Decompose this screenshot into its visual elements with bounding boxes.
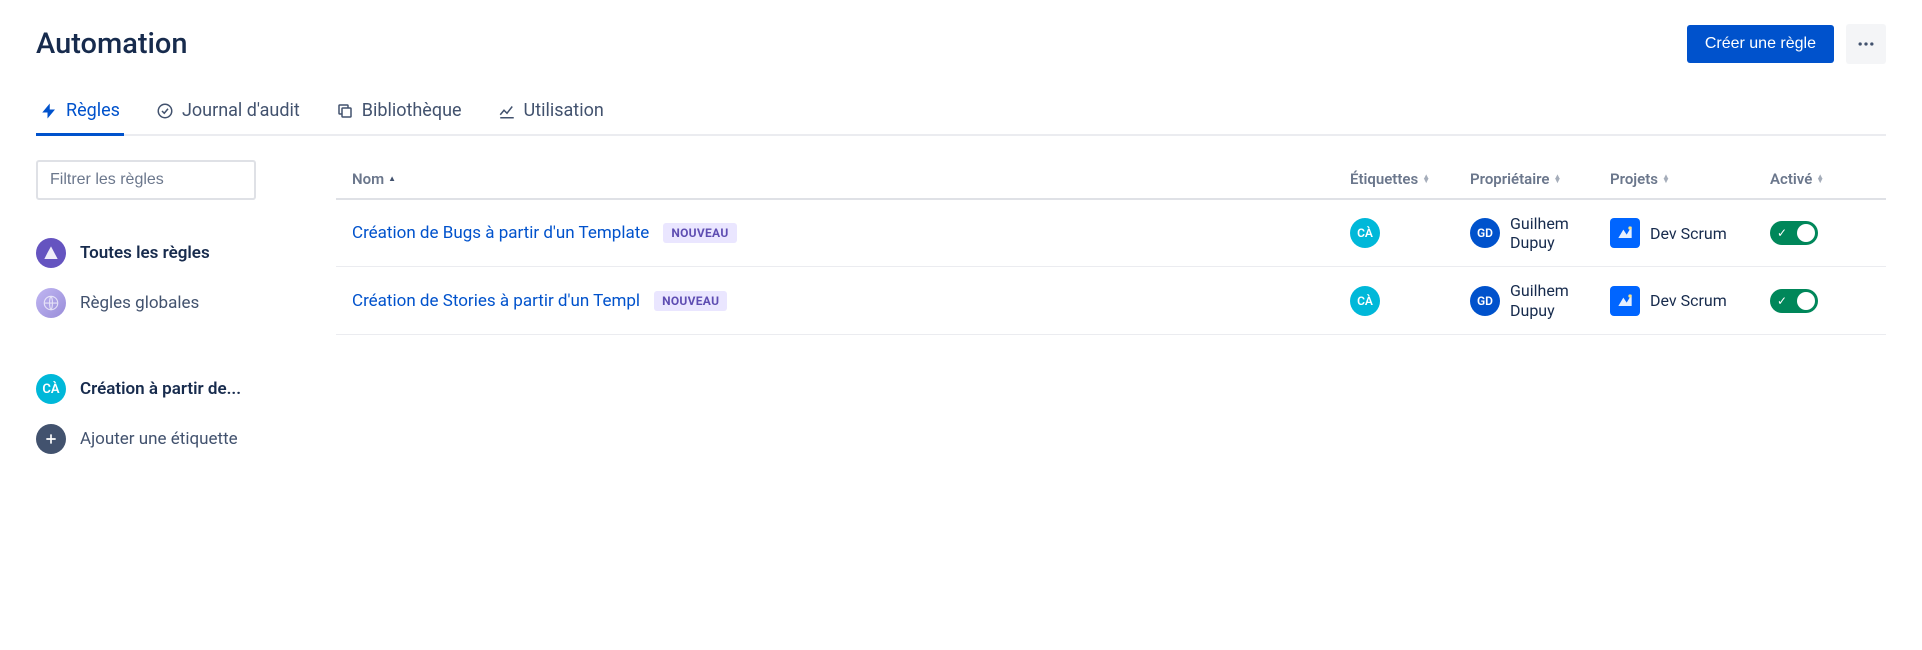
tag-avatar: CÀ: [36, 374, 66, 404]
project-name: Dev Scrum: [1650, 224, 1727, 243]
project-icon: [1610, 218, 1640, 248]
toggle-knob: [1797, 224, 1815, 242]
globe-icon: [36, 288, 66, 318]
project-cell: Dev Scrum: [1610, 218, 1770, 248]
rule-name-cell: Création de Bugs à partir d'un Template …: [352, 223, 1350, 243]
project-cell: Dev Scrum: [1610, 286, 1770, 316]
sidebar-item-label: Toutes les règles: [80, 243, 210, 263]
owner-avatar: GD: [1470, 286, 1500, 316]
new-badge: NOUVEAU: [654, 291, 727, 311]
table-row: Création de Bugs à partir d'un Template …: [336, 200, 1886, 267]
filter-rules-input[interactable]: [36, 160, 256, 200]
owner-avatar: GD: [1470, 218, 1500, 248]
tabs: Règles Journal d'audit Bibliothèque Util…: [36, 92, 1886, 136]
enabled-toggle[interactable]: ✓: [1770, 221, 1818, 245]
sidebar-item-label: Création à partir de...: [80, 379, 241, 399]
tab-label: Bibliothèque: [362, 100, 462, 121]
rule-link[interactable]: Création de Bugs à partir d'un Template: [352, 223, 649, 243]
copy-icon: [336, 102, 354, 120]
sort-icon: ▲▼: [1422, 175, 1430, 183]
atlassian-icon: [36, 238, 66, 268]
sort-icon: ▲▼: [1553, 175, 1561, 183]
check-circle-icon: [156, 102, 174, 120]
new-badge: NOUVEAU: [663, 223, 736, 243]
rule-link[interactable]: Création de Stories à partir d'un Templ: [352, 291, 640, 311]
enabled-cell: ✓: [1770, 221, 1870, 245]
tab-audit[interactable]: Journal d'audit: [152, 92, 304, 136]
page-header: Automation Créer une règle: [36, 24, 1886, 64]
tab-label: Règles: [66, 100, 120, 121]
tab-label: Journal d'audit: [182, 100, 300, 121]
owner-name: Guilhem Dupuy: [1510, 281, 1610, 319]
tag-avatar: CÀ: [1350, 218, 1380, 248]
column-projects[interactable]: Projets ▲▼: [1610, 170, 1770, 188]
more-actions-button[interactable]: [1846, 24, 1886, 64]
sidebar-item-creation-from[interactable]: CÀ Création à partir de...: [36, 364, 296, 414]
rules-table: Nom ▲ Étiquettes ▲▼ Propriétaire ▲▼ Proj…: [336, 160, 1886, 464]
rule-name-cell: Création de Stories à partir d'un Templ …: [352, 291, 1350, 311]
table-row: Création de Stories à partir d'un Templ …: [336, 267, 1886, 334]
bolt-icon: [40, 102, 58, 120]
sort-icon: ▲▼: [1662, 175, 1670, 183]
more-icon: [1856, 34, 1876, 54]
sort-icon: ▲: [388, 177, 396, 181]
chart-icon: [498, 102, 516, 120]
enabled-cell: ✓: [1770, 289, 1870, 313]
column-tags[interactable]: Étiquettes ▲▼: [1350, 170, 1470, 188]
enabled-toggle[interactable]: ✓: [1770, 289, 1818, 313]
tag-avatar: CÀ: [1350, 286, 1380, 316]
check-icon: ✓: [1777, 294, 1787, 308]
check-icon: ✓: [1777, 226, 1787, 240]
sidebar: Toutes les règles Règles globales CÀ Cré…: [36, 160, 296, 464]
project-name: Dev Scrum: [1650, 291, 1727, 310]
page-title: Automation: [36, 27, 188, 61]
sidebar-item-label: Ajouter une étiquette: [80, 429, 238, 449]
sidebar-item-global-rules[interactable]: Règles globales: [36, 278, 296, 328]
tab-rules[interactable]: Règles: [36, 92, 124, 136]
project-icon: [1610, 286, 1640, 316]
tab-usage[interactable]: Utilisation: [494, 92, 608, 136]
create-rule-button[interactable]: Créer une règle: [1687, 25, 1834, 63]
header-actions: Créer une règle: [1687, 24, 1886, 64]
owner-cell: GD Guilhem Dupuy: [1470, 214, 1610, 252]
sidebar-item-all-rules[interactable]: Toutes les règles: [36, 228, 296, 278]
plus-icon: [36, 424, 66, 454]
sort-icon: ▲▼: [1816, 175, 1824, 183]
column-owner[interactable]: Propriétaire ▲▼: [1470, 170, 1610, 188]
owner-name: Guilhem Dupuy: [1510, 214, 1610, 252]
content: Toutes les règles Règles globales CÀ Cré…: [36, 160, 1886, 464]
owner-cell: GD Guilhem Dupuy: [1470, 281, 1610, 319]
sidebar-item-add-tag[interactable]: Ajouter une étiquette: [36, 414, 296, 464]
column-enabled[interactable]: Activé ▲▼: [1770, 170, 1870, 188]
sidebar-item-label: Règles globales: [80, 293, 199, 313]
tags-cell: CÀ: [1350, 286, 1470, 316]
tab-label: Utilisation: [524, 100, 604, 121]
tab-library[interactable]: Bibliothèque: [332, 92, 466, 136]
tags-cell: CÀ: [1350, 218, 1470, 248]
table-header: Nom ▲ Étiquettes ▲▼ Propriétaire ▲▼ Proj…: [336, 160, 1886, 200]
toggle-knob: [1797, 292, 1815, 310]
column-name[interactable]: Nom ▲: [352, 170, 1350, 188]
